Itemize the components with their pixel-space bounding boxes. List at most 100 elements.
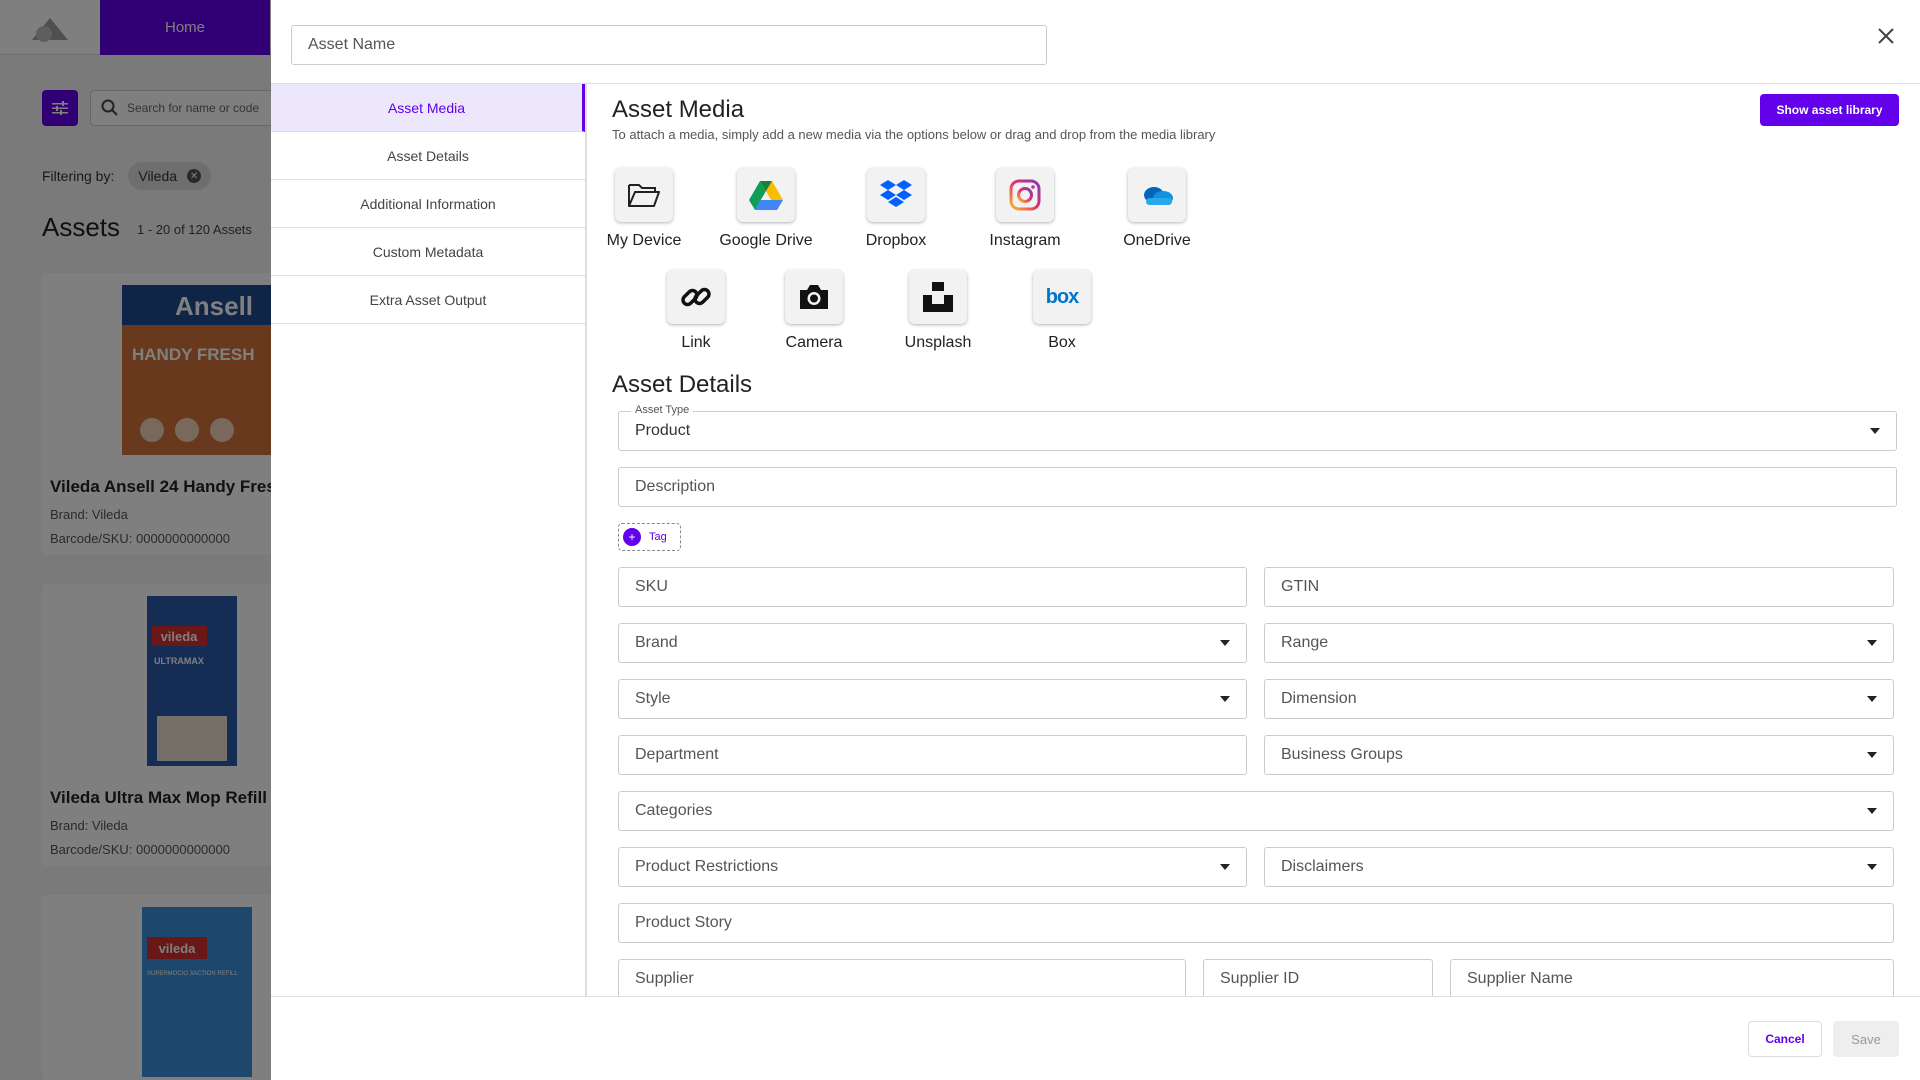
link-icon bbox=[681, 287, 711, 307]
categories-placeholder: Categories bbox=[635, 802, 713, 819]
source-label: Instagram bbox=[989, 232, 1061, 249]
cancel-button[interactable]: Cancel bbox=[1748, 1021, 1822, 1057]
close-button[interactable] bbox=[1874, 24, 1898, 48]
source-tile: box bbox=[1033, 270, 1091, 324]
asset-type-value: Product bbox=[635, 422, 691, 439]
categories-select[interactable]: Categories bbox=[618, 791, 1894, 831]
nav-asset-media[interactable]: Asset Media bbox=[271, 84, 585, 132]
asset-name-input[interactable] bbox=[291, 25, 1047, 65]
nav-extra-asset-output[interactable]: Extra Asset Output bbox=[271, 276, 585, 324]
source-label: Camera bbox=[785, 334, 843, 351]
asset-details-title: Asset Details bbox=[612, 371, 753, 398]
close-icon bbox=[1878, 28, 1894, 44]
modal-side-nav: Asset Media Asset Details Additional Inf… bbox=[271, 84, 587, 996]
chevron-down-icon bbox=[1220, 864, 1230, 870]
modal-footer: Cancel Save bbox=[271, 996, 1920, 1080]
description-placeholder: Description bbox=[635, 478, 716, 495]
supplier-field[interactable]: Supplier bbox=[618, 959, 1186, 996]
department-field[interactable]: Department bbox=[618, 735, 1247, 775]
product-story-field[interactable]: Product Story bbox=[618, 903, 1894, 943]
source-label: OneDrive bbox=[1123, 232, 1191, 249]
asset-media-subtitle: To attach a media, simply add a new medi… bbox=[612, 127, 1216, 142]
add-tag-button[interactable]: + Tag bbox=[618, 523, 681, 551]
source-my-device[interactable]: My Device bbox=[589, 168, 699, 250]
modal-content: Asset Media To attach a media, simply ad… bbox=[589, 84, 1920, 996]
supplier-id-placeholder: Supplier ID bbox=[1220, 970, 1300, 987]
chevron-down-icon bbox=[1870, 428, 1880, 434]
source-label: Dropbox bbox=[865, 232, 927, 249]
nav-custom-metadata[interactable]: Custom Metadata bbox=[271, 228, 585, 276]
dropbox-icon bbox=[880, 180, 912, 207]
save-button[interactable]: Save bbox=[1833, 1021, 1899, 1057]
source-box[interactable]: box Box bbox=[1007, 270, 1117, 352]
product-story-placeholder: Product Story bbox=[635, 914, 732, 931]
gtin-placeholder: GTIN bbox=[1281, 578, 1320, 595]
disclaimers-placeholder: Disclaimers bbox=[1281, 858, 1364, 875]
chevron-down-icon bbox=[1867, 696, 1877, 702]
business-groups-select[interactable]: Business Groups bbox=[1264, 735, 1894, 775]
sku-field[interactable]: SKU bbox=[618, 567, 1247, 607]
source-tile bbox=[909, 270, 967, 324]
source-tile bbox=[737, 168, 795, 222]
source-label: Unsplash bbox=[904, 334, 972, 351]
chevron-down-icon bbox=[1220, 696, 1230, 702]
nav-additional-information[interactable]: Additional Information bbox=[271, 180, 585, 228]
source-tile bbox=[996, 168, 1054, 222]
dimension-select[interactable]: Dimension bbox=[1264, 679, 1894, 719]
source-tile bbox=[1128, 168, 1186, 222]
source-tile bbox=[667, 270, 725, 324]
gtin-field[interactable]: GTIN bbox=[1264, 567, 1894, 607]
unsplash-icon bbox=[923, 282, 953, 312]
sku-placeholder: SKU bbox=[635, 578, 668, 595]
plus-icon: + bbox=[623, 528, 641, 546]
chevron-down-icon bbox=[1220, 640, 1230, 646]
source-onedrive[interactable]: OneDrive bbox=[1102, 168, 1212, 250]
source-unsplash[interactable]: Unsplash bbox=[883, 270, 993, 352]
product-restrictions-select[interactable]: Product Restrictions bbox=[618, 847, 1247, 887]
description-field[interactable]: Description bbox=[618, 467, 1897, 507]
business-groups-placeholder: Business Groups bbox=[1281, 746, 1403, 763]
source-tile bbox=[785, 270, 843, 324]
asset-media-title: Asset Media bbox=[612, 96, 745, 123]
style-placeholder: Style bbox=[635, 690, 671, 707]
supplier-id-field[interactable]: Supplier ID bbox=[1203, 959, 1433, 996]
chevron-down-icon bbox=[1867, 640, 1877, 646]
department-placeholder: Department bbox=[635, 746, 719, 763]
chevron-down-icon bbox=[1867, 864, 1877, 870]
brand-select[interactable]: Brand bbox=[618, 623, 1247, 663]
source-label: My Device bbox=[606, 232, 682, 249]
supplier-name-field[interactable]: Supplier Name bbox=[1450, 959, 1894, 996]
asset-edit-modal: Asset Media Asset Details Additional Inf… bbox=[271, 0, 1920, 1080]
modal-header bbox=[271, 0, 1920, 84]
range-placeholder: Range bbox=[1281, 634, 1329, 651]
product-restrictions-placeholder: Product Restrictions bbox=[635, 858, 779, 875]
chevron-down-icon bbox=[1867, 808, 1877, 814]
source-camera[interactable]: Camera bbox=[759, 270, 869, 352]
folder-open-icon bbox=[628, 184, 660, 207]
source-google-drive[interactable]: Google Drive bbox=[711, 168, 821, 250]
tag-label: Tag bbox=[649, 531, 667, 543]
onedrive-icon bbox=[1144, 187, 1173, 205]
asset-type-select[interactable]: Asset Type Product bbox=[618, 404, 1897, 451]
source-tile bbox=[867, 168, 925, 222]
range-select[interactable]: Range bbox=[1264, 623, 1894, 663]
brand-placeholder: Brand bbox=[635, 634, 678, 651]
dimension-placeholder: Dimension bbox=[1281, 690, 1357, 707]
google-drive-icon bbox=[749, 181, 783, 210]
supplier-name-placeholder: Supplier Name bbox=[1467, 970, 1573, 987]
source-tile bbox=[615, 168, 673, 222]
disclaimers-select[interactable]: Disclaimers bbox=[1264, 847, 1894, 887]
source-label: Google Drive bbox=[719, 232, 813, 249]
source-instagram[interactable]: Instagram bbox=[970, 168, 1080, 250]
source-dropbox[interactable]: Dropbox bbox=[841, 168, 951, 250]
nav-asset-details[interactable]: Asset Details bbox=[271, 132, 585, 180]
source-link[interactable]: Link bbox=[641, 270, 751, 352]
source-label: Link bbox=[681, 334, 711, 351]
source-label: Box bbox=[1048, 334, 1076, 351]
show-asset-library-button[interactable]: Show asset library bbox=[1760, 94, 1899, 126]
instagram-icon bbox=[1009, 179, 1041, 211]
box-icon: box bbox=[1045, 285, 1080, 308]
style-select[interactable]: Style bbox=[618, 679, 1247, 719]
chevron-down-icon bbox=[1867, 752, 1877, 758]
camera-icon bbox=[800, 285, 828, 309]
